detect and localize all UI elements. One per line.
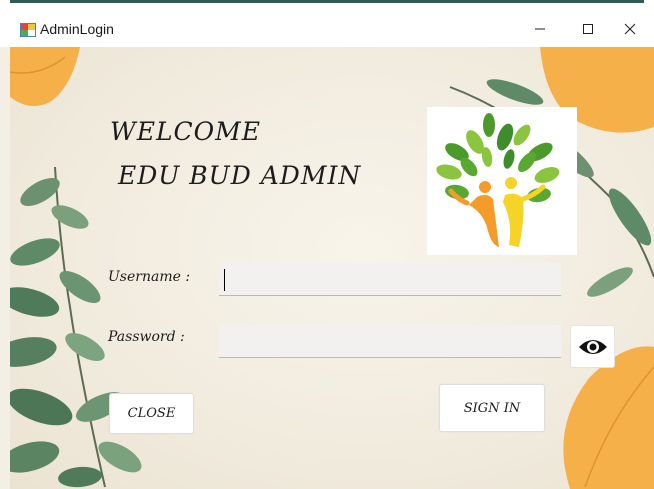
close-icon bbox=[624, 23, 636, 34]
window-title: AdminLogin bbox=[40, 21, 114, 37]
tree-people-logo-icon bbox=[436, 113, 560, 247]
eye-icon bbox=[578, 339, 607, 354]
username-input[interactable] bbox=[219, 263, 561, 296]
app-name-heading: EDU BUD ADMIN bbox=[118, 161, 362, 190]
maximize-button[interactable] bbox=[564, 10, 612, 47]
title-bar[interactable]: AdminLogin bbox=[0, 10, 654, 47]
minimize-icon bbox=[535, 28, 545, 29]
sign-in-button[interactable]: SIGN IN bbox=[439, 384, 545, 432]
close-button[interactable]: CLOSE bbox=[109, 393, 194, 434]
admin-login-window: AdminLogin WELCOME EDU BUD ADMIN Usernam… bbox=[0, 0, 654, 489]
window-top-edge bbox=[0, 0, 654, 10]
minimize-button[interactable] bbox=[516, 10, 564, 47]
logo-panel bbox=[427, 107, 577, 255]
app-icon bbox=[20, 23, 36, 37]
text-caret bbox=[224, 269, 225, 291]
login-panel: WELCOME EDU BUD ADMIN Username: Passwor… bbox=[10, 47, 654, 489]
close-window-button[interactable] bbox=[606, 10, 654, 47]
username-label: Username : bbox=[108, 269, 191, 285]
maximize-icon bbox=[583, 23, 593, 34]
password-label: Password : bbox=[108, 329, 185, 345]
password-input[interactable] bbox=[219, 325, 561, 358]
show-password-button[interactable] bbox=[570, 325, 615, 368]
welcome-heading: WELCOME bbox=[110, 117, 262, 146]
